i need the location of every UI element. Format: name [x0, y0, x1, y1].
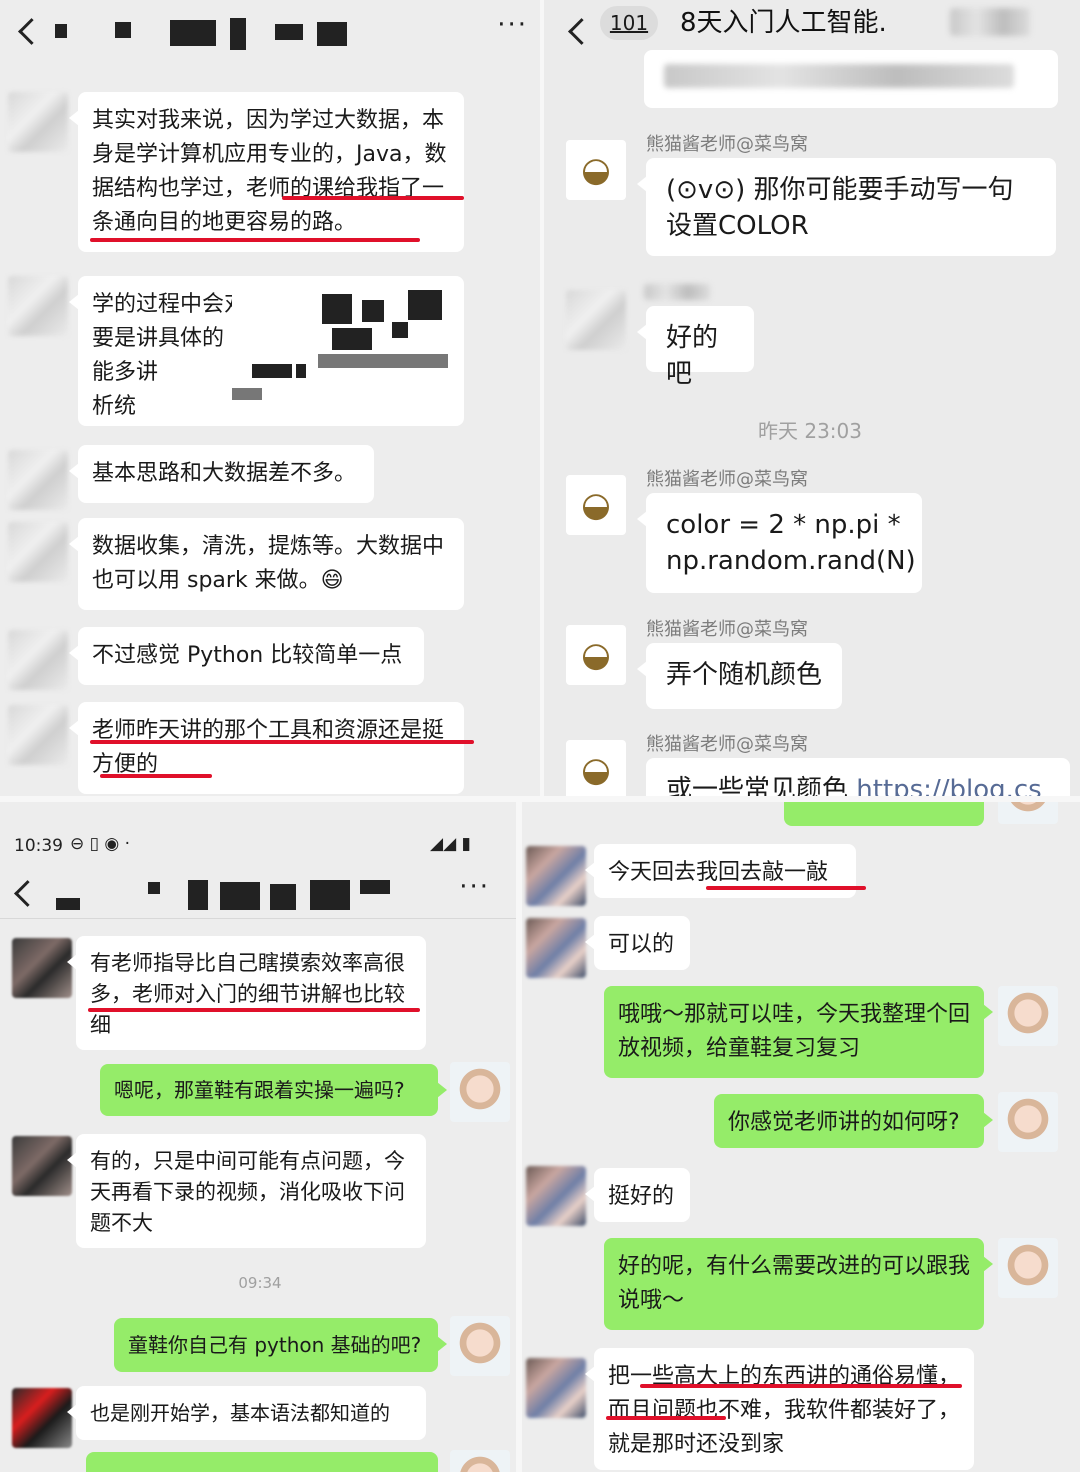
highlight-underline [88, 1008, 420, 1012]
message-bubble [784, 800, 984, 826]
message-bubble: 不过感觉 Python 比较简单一点 [69, 627, 424, 685]
back-icon[interactable] [12, 10, 46, 50]
highlight-underline [282, 196, 464, 200]
collage-divider [0, 796, 1080, 802]
chat-panel-4: 今天回去我回去敲一敲 可以的 哦哦～那就可以哇，今天我整理个回放视频，给童鞋复习… [520, 800, 1080, 1472]
chat-title: 8天入门人工智能. [680, 8, 887, 38]
message-bubble: 基本思路和大数据差不多。 [69, 445, 374, 503]
message-bubble: color = 2 * np.pi * np.random.rand(N) [637, 493, 922, 593]
message-bubble: 哦哦～那就可以哇，今天我整理个回放视频，给童鞋复习复习 [604, 986, 993, 1078]
message-bubble: 你感觉老师讲的如何呀? [714, 1094, 993, 1148]
collage-divider [516, 800, 522, 1472]
panda-icon: ◒ [581, 485, 611, 525]
avatar[interactable] [12, 1388, 72, 1448]
redacted-title [950, 8, 1030, 36]
message-bubble: 有的，只是中间可能有点问题，今天再看下录的视频，消化吸收下问题不大 [67, 1134, 426, 1248]
signal-icon: ◢◢ ▮ [430, 834, 471, 854]
redacted-name [644, 284, 710, 300]
back-icon[interactable] [562, 10, 596, 50]
panda-icon: ◒ [581, 150, 611, 190]
collage-divider [540, 0, 544, 800]
message-bubble: 老师昨天讲的那个工具和资源还是挺方便的 [69, 702, 464, 794]
panda-icon: ◒ [581, 635, 611, 675]
highlight-underline [640, 1384, 962, 1388]
avatar[interactable] [526, 846, 586, 906]
avatar[interactable] [998, 1238, 1058, 1298]
timestamp: 09:34 [238, 1274, 282, 1292]
message-bubble: 其实对我来说，因为学过大数据，本身是学计算机应用专业的，Java，数据结构也学过… [69, 92, 464, 252]
avatar[interactable]: ◒ [566, 140, 626, 200]
avatar[interactable]: ◒ [566, 740, 626, 800]
timestamp: 昨天 23:03 [758, 419, 862, 443]
message-bubble: (⊙v⊙) 那你可能要手动写一句设置COLOR [637, 158, 1056, 256]
avatar[interactable] [12, 938, 72, 998]
avatar[interactable] [566, 290, 626, 350]
message-bubble: 有老师指导比自己瞎摸索效率高很多，老师对入门的细节讲解也比较细 [67, 936, 426, 1050]
avatar[interactable] [8, 522, 68, 582]
highlight-underline [606, 1416, 726, 1420]
message-bubble [644, 50, 1058, 108]
message-bubble: 好的吧 [637, 306, 754, 389]
message-bubble: 也是刚开始学，基本语法都知道的 [67, 1386, 426, 1440]
header-divider [0, 918, 520, 919]
avatar[interactable] [8, 705, 68, 765]
redacted-title [55, 14, 355, 54]
message-bubble: 数据收集，清洗，提炼等。大数据中也可以用 spark 来做。😄 [69, 518, 464, 610]
unread-badge[interactable]: 101 [600, 6, 658, 40]
message-bubble: 童鞋你自己有 python 基础的吧? [114, 1318, 447, 1372]
status-icons: ⊖ ▯ ◉ · [70, 834, 131, 854]
avatar[interactable] [526, 1358, 586, 1418]
avatar[interactable] [450, 1316, 510, 1376]
sender-name: 熊猫酱老师@菜鸟窝 [646, 619, 808, 640]
avatar[interactable] [998, 1092, 1058, 1152]
highlight-underline [100, 774, 212, 778]
chat-panel-1: ··· 其实对我来说，因为学过大数据，本身是学计算机应用专业的，Java，数据结… [0, 0, 540, 800]
sender-name: 熊猫酱老师@菜鸟窝 [646, 134, 808, 155]
panda-icon: ◒ [581, 750, 611, 790]
redacted-title [50, 876, 410, 912]
status-time: 10:39 [14, 836, 63, 856]
message-bubble: 好的呢，有什么需要改进的可以跟我说哦～ [604, 1238, 993, 1330]
redacted-text [664, 64, 1014, 88]
message-bubble: 嗯呢，那童鞋有跟着实操一遍吗? [100, 1064, 447, 1116]
highlight-underline [90, 238, 420, 242]
message-bubble: 或一些常见颜色 https://blog.cs [646, 758, 1070, 800]
back-icon[interactable] [8, 872, 42, 912]
avatar[interactable] [526, 918, 586, 978]
avatar[interactable] [8, 276, 68, 336]
chat-panel-3: 10:39 ⊖ ▯ ◉ · ◢◢ ▮ ··· 有老师指导比自己瞎摸索效率高很多，… [0, 800, 520, 1472]
chat-panel-2: 101 8天入门人工智能. ◒ 熊猫酱老师@菜鸟窝 (⊙v⊙) 那你可能要手动写… [540, 0, 1080, 800]
more-icon[interactable]: ··· [459, 872, 490, 902]
more-icon[interactable]: ··· [497, 10, 528, 40]
avatar[interactable] [8, 450, 68, 510]
avatar[interactable] [12, 1136, 72, 1196]
avatar[interactable]: ◒ [566, 475, 626, 535]
sender-name: 熊猫酱老师@菜鸟窝 [646, 469, 808, 490]
avatar[interactable] [998, 986, 1058, 1046]
message-bubble: 挺好的 [585, 1168, 690, 1222]
avatar[interactable] [450, 1062, 510, 1122]
avatar[interactable] [8, 630, 68, 690]
avatar[interactable] [8, 92, 68, 152]
chat-header: ··· [0, 0, 540, 60]
message-bubble: 弄个随机颜色 [637, 643, 842, 709]
redacted-text [232, 284, 458, 414]
message-bubble [86, 1452, 438, 1472]
avatar[interactable] [450, 1450, 510, 1472]
message-bubble: 可以的 [585, 916, 690, 970]
avatar[interactable]: ◒ [566, 625, 626, 685]
sender-name: 熊猫酱老师@菜鸟窝 [646, 734, 808, 755]
avatar[interactable] [998, 800, 1058, 824]
avatar[interactable] [526, 1166, 586, 1226]
highlight-underline [90, 740, 474, 744]
highlight-underline [706, 886, 866, 890]
message-bubble: 把一些高大上的东西讲的通俗易懂，而且问题也不难，我软件都装好了，就是那时还没到家 [585, 1348, 974, 1470]
